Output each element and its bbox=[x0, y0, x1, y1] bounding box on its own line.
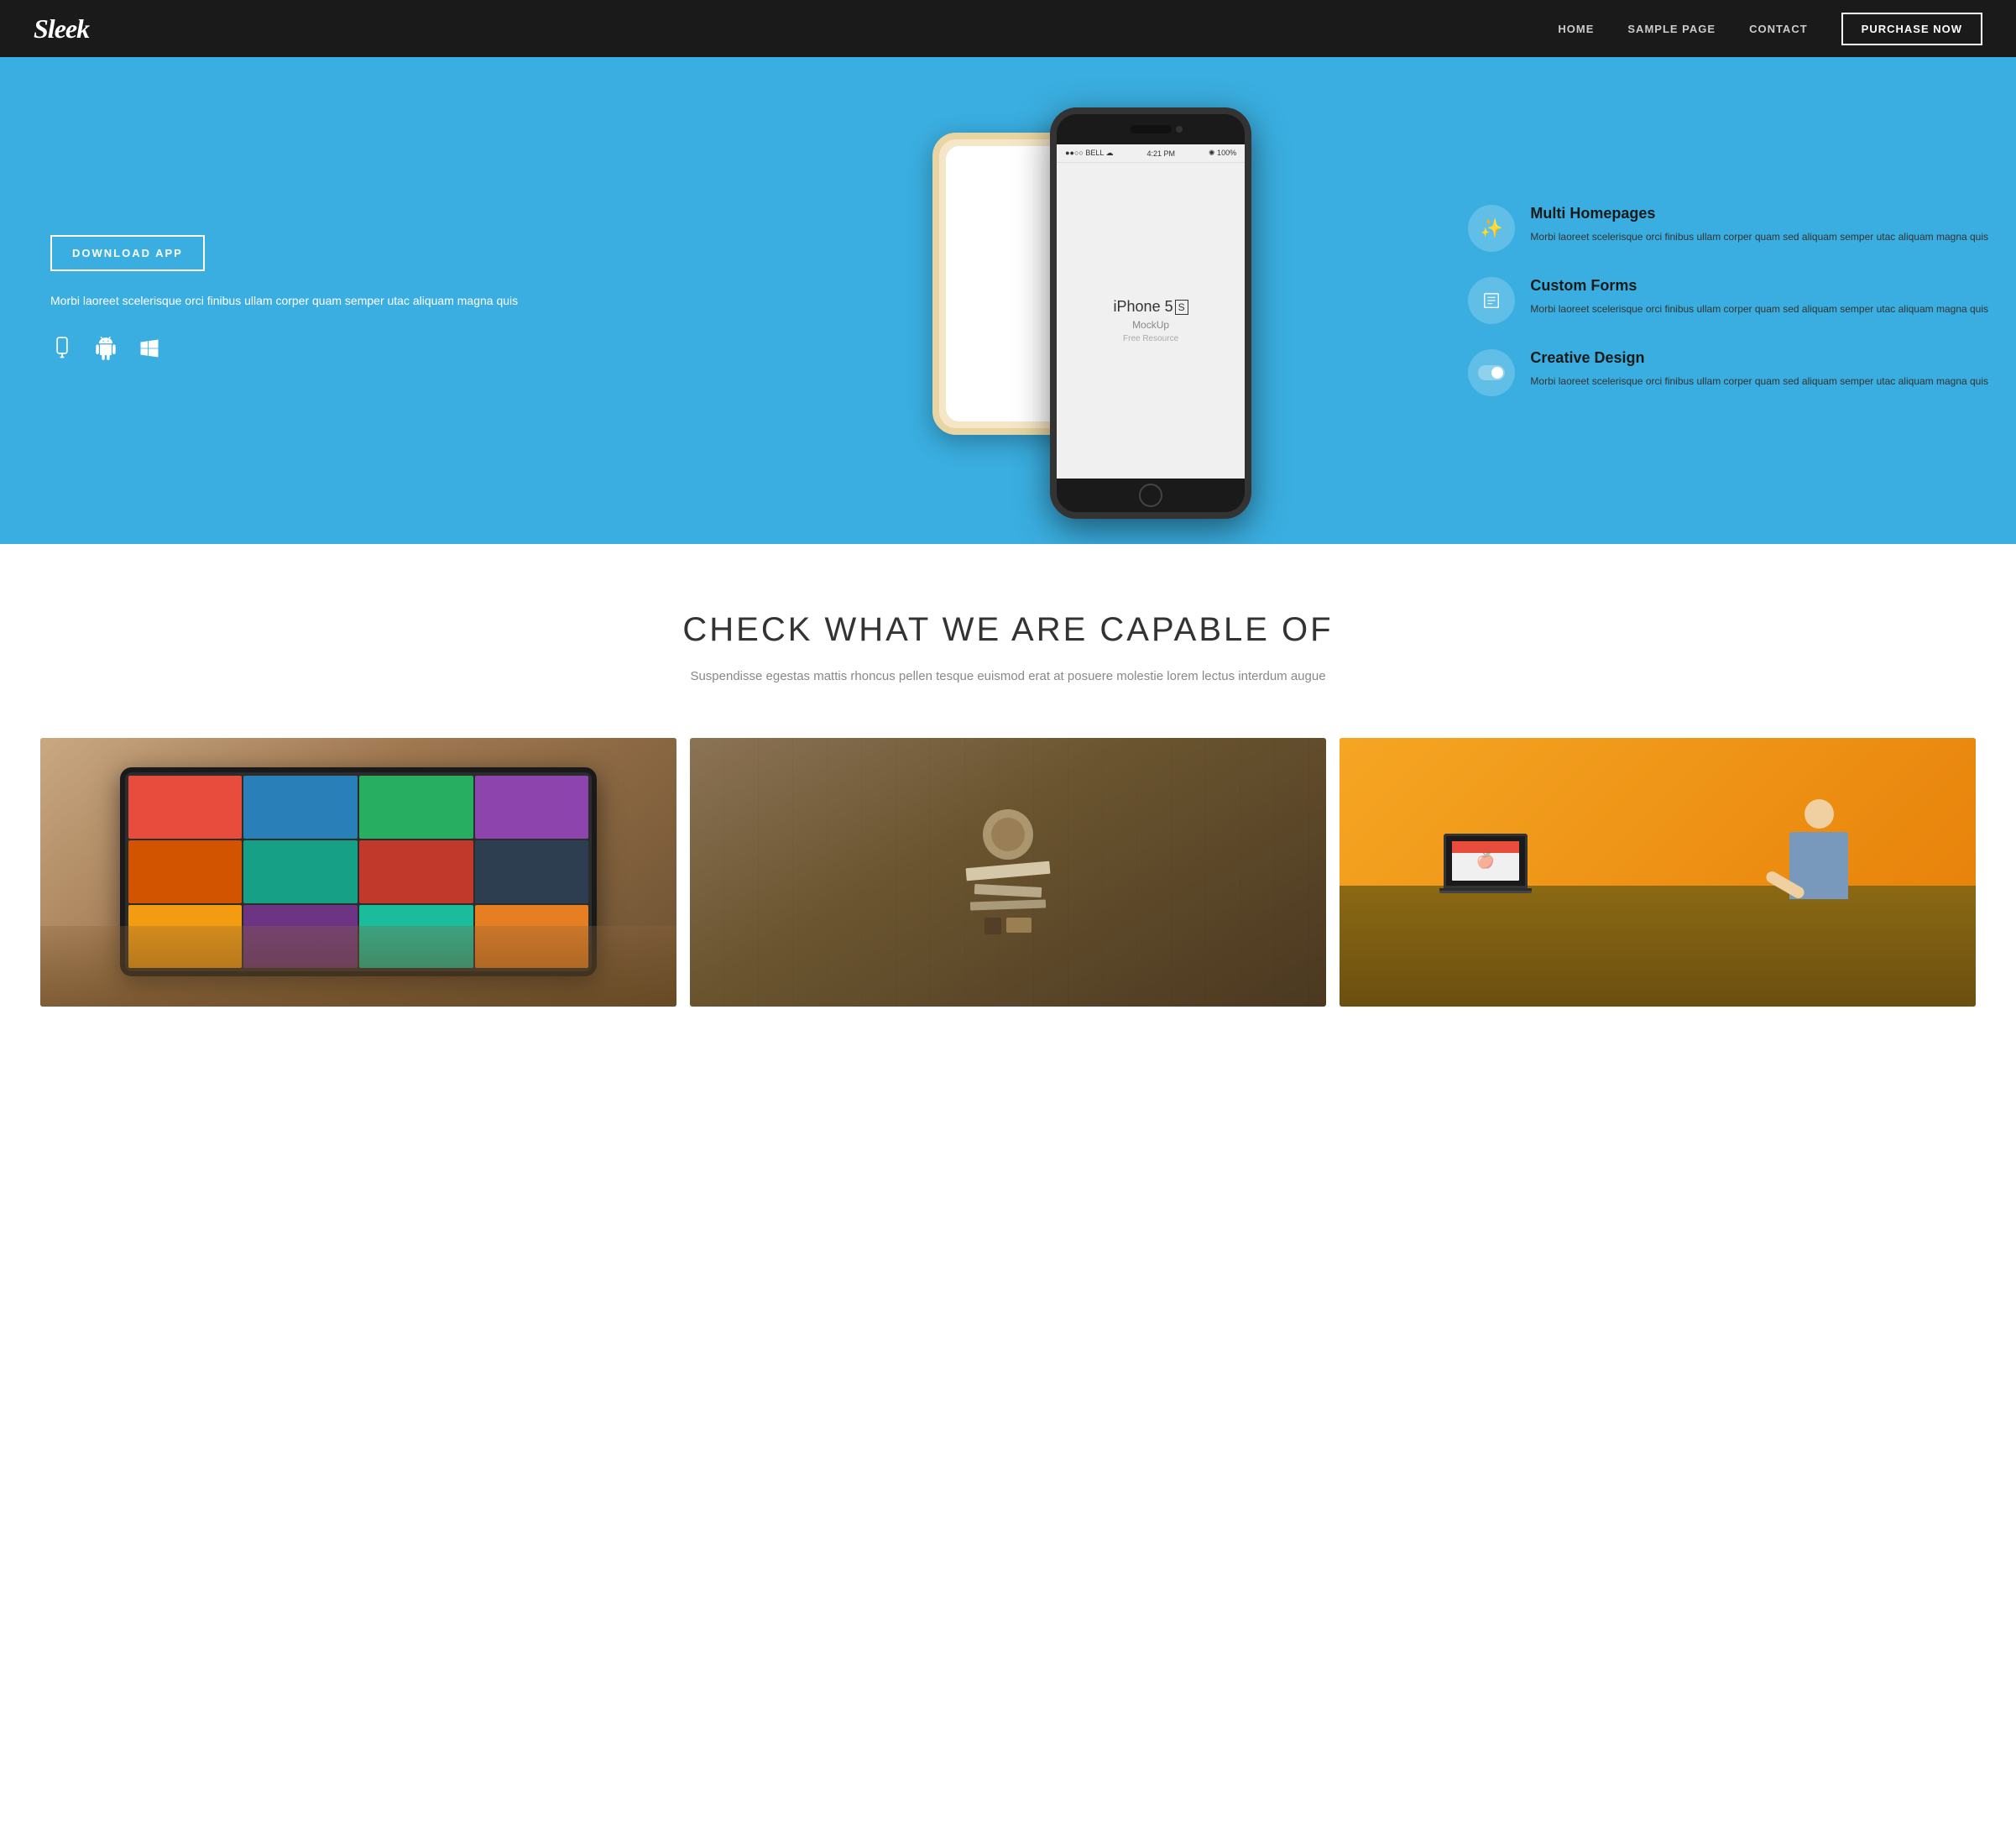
custom-forms-icon bbox=[1468, 277, 1515, 324]
feature-creative-design-title: Creative Design bbox=[1530, 349, 1988, 367]
capable-title: CHECK WHAT WE ARE CAPABLE OF bbox=[34, 611, 1982, 649]
navbar: Sleek HOME SAMPLE PAGE CONTACT PURCHASE … bbox=[0, 0, 2016, 57]
phone-front: ●●○○ BELL ☁ 4:21 PM ✺ 100% iPhone 5S Moc… bbox=[1050, 107, 1251, 519]
feature-custom-forms-desc: Morbi laoreet scelerisque orci finibus u… bbox=[1530, 301, 1988, 317]
feature-multi-homepages: ✨ Multi Homepages Morbi laoreet sceleris… bbox=[1468, 205, 1991, 252]
feature-custom-forms: Custom Forms Morbi laoreet scelerisque o… bbox=[1468, 277, 1991, 324]
multi-homepages-icon: ✨ bbox=[1468, 205, 1515, 252]
feature-custom-forms-title: Custom Forms bbox=[1530, 277, 1988, 295]
gallery-card-tablet bbox=[40, 738, 676, 1007]
phone-status-time: 4:21 PM bbox=[1147, 149, 1176, 158]
feature-creative-design-desc: Morbi laoreet scelerisque orci finibus u… bbox=[1530, 374, 1988, 390]
laptop-mockup: 🍎 bbox=[1435, 834, 1536, 893]
platform-icons bbox=[50, 337, 733, 366]
nav-sample-page[interactable]: SAMPLE PAGE bbox=[1627, 23, 1716, 35]
phone-mockup-label: MockUp bbox=[1132, 319, 1169, 331]
download-app-button[interactable]: DOWNLOAD APP bbox=[50, 235, 205, 271]
hero-features: ✨ Multi Homepages Morbi laoreet sceleris… bbox=[1451, 57, 2016, 544]
purchase-now-button[interactable]: PURCHASE NOW bbox=[1841, 13, 1982, 45]
phone-resource-label: Free Resource bbox=[1123, 334, 1178, 343]
feature-creative-design: Creative Design Morbi laoreet scelerisqu… bbox=[1468, 349, 1991, 396]
hero-description: Morbi laoreet scelerisque orci finibus u… bbox=[50, 291, 733, 311]
gallery-card-items bbox=[690, 738, 1326, 1007]
creative-design-icon bbox=[1468, 349, 1515, 396]
gallery-card-person: 🍎 bbox=[1340, 738, 1976, 1007]
phone-status-left: ●●○○ BELL ☁ bbox=[1065, 149, 1113, 158]
capable-section: CHECK WHAT WE ARE CAPABLE OF Suspendisse… bbox=[0, 544, 2016, 738]
phone-status-right: ✺ 100% bbox=[1209, 149, 1236, 158]
ios-icon bbox=[50, 337, 74, 366]
windows-icon bbox=[138, 337, 161, 366]
nav-links: HOME SAMPLE PAGE CONTACT PURCHASE NOW bbox=[1558, 13, 1982, 45]
capable-subtitle: Suspendisse egestas mattis rhoncus pelle… bbox=[34, 666, 1982, 688]
hero-left: DOWNLOAD APP Morbi laoreet scelerisque o… bbox=[0, 57, 766, 544]
phone-model-label: iPhone 5S bbox=[1114, 298, 1188, 316]
android-icon bbox=[94, 337, 118, 366]
hero-section: DOWNLOAD APP Morbi laoreet scelerisque o… bbox=[0, 57, 2016, 544]
person-silhouette bbox=[1789, 799, 1848, 899]
nav-contact[interactable]: CONTACT bbox=[1749, 23, 1808, 35]
nav-home[interactable]: HOME bbox=[1558, 23, 1594, 35]
gallery-grid: 🍎 bbox=[0, 738, 2016, 1007]
brand-logo: Sleek bbox=[34, 13, 89, 44]
feature-multi-homepages-desc: Morbi laoreet scelerisque orci finibus u… bbox=[1530, 229, 1988, 245]
hero-phone-mockup: ●●○○ BELL ☁ 4:21 PM ✺ 100% iPhone 5S Moc… bbox=[766, 57, 1452, 544]
feature-multi-homepages-title: Multi Homepages bbox=[1530, 205, 1988, 222]
